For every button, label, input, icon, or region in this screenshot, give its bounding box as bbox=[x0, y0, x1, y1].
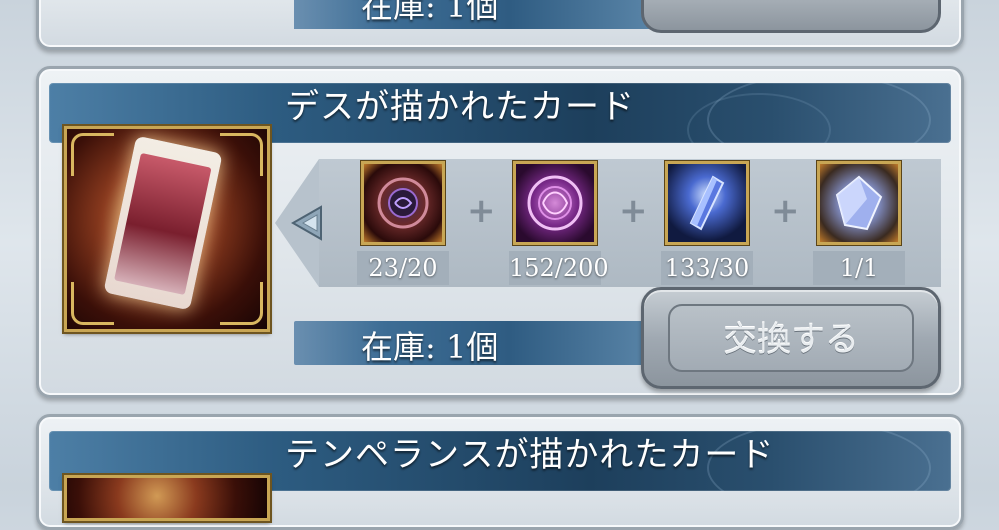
diamond-crystal-icon bbox=[816, 160, 902, 246]
top-stock-text: 在庫: 1個 bbox=[361, 0, 499, 25]
plus-icon: + bbox=[467, 191, 496, 231]
material-count: 1/1 bbox=[813, 251, 905, 285]
plus-icon: + bbox=[771, 191, 800, 231]
purple-emblem-icon bbox=[512, 160, 598, 246]
blue-crystal-shard-icon bbox=[664, 160, 750, 246]
exchange-button[interactable]: 交換する bbox=[641, 287, 941, 389]
material-slot[interactable]: 152/200 bbox=[509, 160, 609, 285]
dark-orb-icon bbox=[360, 160, 446, 246]
card-icon bbox=[62, 473, 272, 523]
material-slot[interactable]: 23/20 bbox=[357, 160, 449, 285]
next-item-panel: テンペランスが描かれたカード bbox=[36, 414, 964, 530]
material-count: 23/20 bbox=[357, 251, 449, 285]
item-panel: デスが描かれたカード 23/20 + 152/200 + 133/30 + 1/… bbox=[36, 66, 964, 398]
top-item-panel: 在庫: 1個 bbox=[36, 0, 964, 50]
material-count: 133/30 bbox=[661, 251, 753, 285]
item-title: デスが描かれたカード bbox=[285, 87, 635, 127]
material-count: 152/200 bbox=[509, 251, 609, 285]
gem-arrow-icon bbox=[291, 203, 331, 243]
material-slot[interactable]: 133/30 bbox=[661, 160, 753, 285]
top-exchange-button[interactable] bbox=[641, 0, 941, 33]
exchange-button-label: 交換する bbox=[723, 320, 859, 360]
material-slot[interactable]: 1/1 bbox=[813, 160, 905, 285]
plus-icon: + bbox=[619, 191, 648, 231]
card-icon bbox=[62, 124, 272, 334]
stock-text: 在庫: 1個 bbox=[361, 328, 499, 366]
next-item-title: テンペランスが描かれたカード bbox=[285, 435, 775, 475]
